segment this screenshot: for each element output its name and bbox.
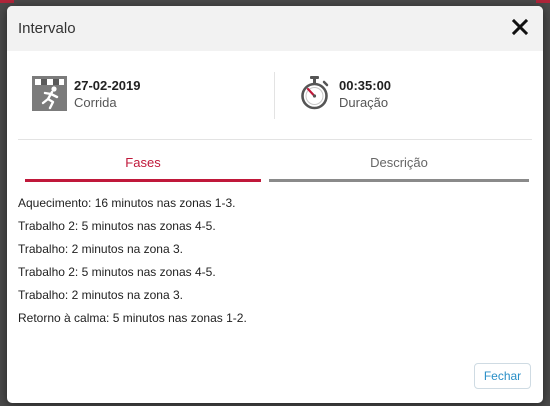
list-item: Trabalho 2: 5 minutos nas zonas 4-5. <box>18 265 216 279</box>
list-item: Trabalho 2: 5 minutos nas zonas 4-5. <box>18 219 216 233</box>
session-date: 27-02-2019 <box>74 78 141 93</box>
interval-modal: Intervalo 27-02-2019 Corrida 00:35:00 Du… <box>7 6 543 403</box>
stopwatch-icon <box>297 76 332 111</box>
modal-header: Intervalo <box>7 6 543 51</box>
info-divider <box>274 72 275 119</box>
fechar-button[interactable]: Fechar <box>474 363 531 389</box>
list-item: Aquecimento: 16 minutos nas zonas 1-3. <box>18 196 236 210</box>
tab-descricao[interactable]: Descrição <box>269 152 529 182</box>
duration-label: Duração <box>339 95 389 110</box>
session-type: Corrida <box>74 95 117 110</box>
modal-title: Intervalo <box>18 20 76 37</box>
session-info: 27-02-2019 Corrida 00:35:00 Duração <box>18 51 532 140</box>
session-duration: 00:35:00 <box>339 78 392 93</box>
list-item: Trabalho: 2 minutos na zona 3. <box>18 242 183 256</box>
tabs: Fases Descrição <box>25 152 529 182</box>
backdrop-accent-left <box>0 0 14 3</box>
tab-fases[interactable]: Fases <box>25 152 261 182</box>
close-icon[interactable] <box>511 18 529 36</box>
list-item: Retorno à calma: 5 minutos nas zonas 1-2… <box>18 311 247 325</box>
phase-list: Aquecimento: 16 minutos nas zonas 1-3. T… <box>18 195 532 333</box>
backdrop-accent-right <box>536 0 550 3</box>
list-item: Trabalho: 2 minutos na zona 3. <box>18 288 183 302</box>
running-figure-icon <box>32 76 67 111</box>
